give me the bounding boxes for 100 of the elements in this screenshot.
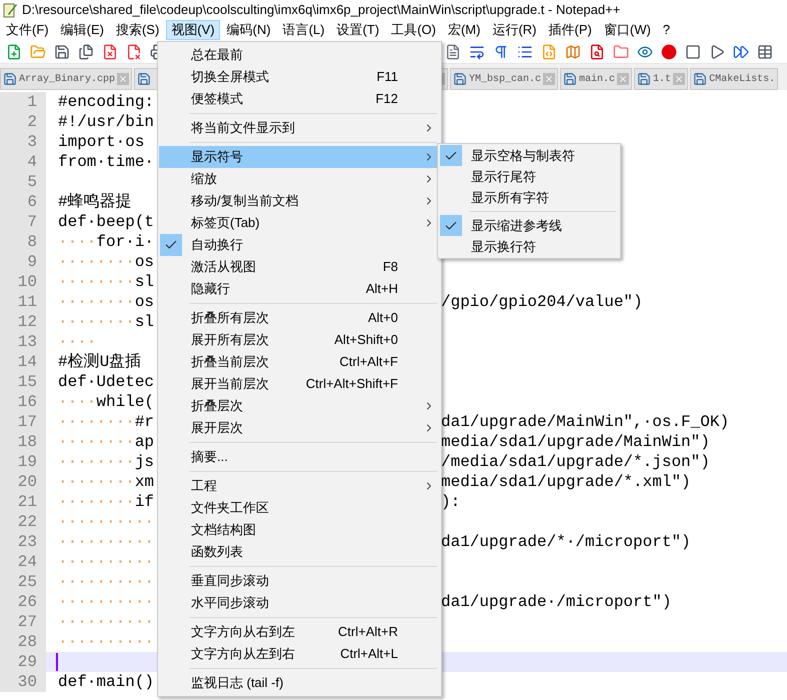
menu-bar-item[interactable]: 搜索(S) xyxy=(110,20,164,40)
line-number: 14 xyxy=(0,352,46,372)
menu-bar-item[interactable]: ? xyxy=(658,20,676,40)
menu-item[interactable]: 移动/复制当前文档 xyxy=(159,190,440,212)
menu-item[interactable]: 便签模式 F12 xyxy=(159,88,440,110)
line-number: 12 xyxy=(0,312,46,332)
save-icon xyxy=(137,72,152,86)
indent-dots: ·········· xyxy=(58,632,154,653)
menu-item[interactable]: 垂直同步滚动 xyxy=(159,570,440,592)
code-text: ap xyxy=(134,432,154,453)
line-number: 27 xyxy=(0,612,46,632)
indent-dots: ········ xyxy=(58,312,135,333)
menu-item[interactable]: 显示空格与制表符 xyxy=(439,145,619,166)
menu-item[interactable]: 显示缩进参考线 xyxy=(439,215,619,236)
menu-item[interactable]: 展开当前层次 Ctrl+Alt+Shift+F xyxy=(159,373,440,395)
line-number: 9 xyxy=(0,252,46,272)
code-text: os xyxy=(134,252,154,273)
menu-item[interactable]: 文件夹工作区 xyxy=(159,497,440,519)
indent-dots: ·········· xyxy=(58,612,154,633)
code-text: if xyxy=(134,492,154,513)
file-tab[interactable]: Array_Binary.cpp xyxy=(0,68,132,90)
line-number: 5 xyxy=(0,172,46,192)
menu-item[interactable]: 文字方向从左到右 Ctrl+Alt+L xyxy=(159,643,440,665)
indent-dots: ········ xyxy=(58,472,135,493)
menu-bar-item[interactable]: 窗口(W) xyxy=(598,20,656,40)
menu-item[interactable]: 激活从视图 F8 xyxy=(159,256,440,278)
menu-item[interactable]: 展开所有层次 Alt+Shift+0 xyxy=(159,329,440,351)
code-text: da1/upgrade/*·/microport") xyxy=(441,532,691,553)
menu-bar-item[interactable]: 工具(O) xyxy=(386,20,441,40)
code-text: media/sda1/upgrade/MainWin") xyxy=(441,432,710,453)
save-icon xyxy=(693,72,708,86)
menu-bar-item[interactable]: 语言(L) xyxy=(278,20,330,40)
line-number: 21 xyxy=(0,492,46,512)
menu-item[interactable]: 展开层次 xyxy=(159,417,440,439)
indent-dots: ········ xyxy=(58,432,135,453)
file-tab[interactable]: CMakeLists. xyxy=(690,68,778,90)
line-number: 30 xyxy=(0,672,46,692)
window-title: D:\resource\shared_file\codeup\coolsculting\imx6q\imx6p_project\MainWin\script\upgrade.t - Notepad++ xyxy=(22,1,620,20)
menu-item[interactable]: 显示所有字符 xyxy=(439,187,619,208)
menu-bar-item[interactable]: 运行(R) xyxy=(487,20,542,40)
indent-dots: ···· xyxy=(58,232,96,253)
menu-item[interactable]: 工程 xyxy=(159,475,440,497)
code-text: /gpio/gpio204/value") xyxy=(441,292,643,313)
menu-item[interactable]: 切换全屏模式 F11 xyxy=(159,66,440,88)
file-tab[interactable]: main.c xyxy=(560,68,632,90)
line-number: 7 xyxy=(0,212,46,232)
menu-bar-item[interactable]: 插件(P) xyxy=(544,20,597,40)
line-number: 17 xyxy=(0,412,46,432)
line-number: 19 xyxy=(0,452,46,472)
code-text: sl xyxy=(134,312,154,333)
line-number: 18 xyxy=(0,432,46,452)
menu-bar-item[interactable]: 视图(V) xyxy=(166,20,220,40)
menu-item[interactable]: 将当前文件显示到 xyxy=(159,117,440,139)
code-text: js xyxy=(134,452,154,473)
code-text: from·time· xyxy=(58,152,154,173)
code-text: /media/sda1/upgrade/*.json") xyxy=(441,452,710,473)
menu-item[interactable]: 折叠层次 xyxy=(159,395,440,417)
menu-item[interactable]: 文档结构图 xyxy=(159,519,440,541)
menu-bar-item[interactable]: 宏(M) xyxy=(442,20,486,40)
menu-item[interactable]: 显示符号 xyxy=(159,146,440,168)
code-text: #!/usr/bin xyxy=(58,112,154,133)
code-text: def·Udetec xyxy=(58,372,154,393)
code-text: xm xyxy=(134,472,154,493)
indent-dots: ········ xyxy=(58,492,135,513)
menu-bar-item[interactable]: 编辑(E) xyxy=(56,20,109,40)
line-number: 24 xyxy=(0,552,46,572)
line-number: 25 xyxy=(0,572,46,592)
menu-item[interactable]: 文字方向从右到左 Ctrl+Alt+R xyxy=(159,621,440,643)
menu-item[interactable]: 标签页(Tab) xyxy=(159,212,440,234)
menu-bar-item[interactable]: 文件(F) xyxy=(1,20,54,40)
menu-item[interactable]: 缩放 xyxy=(159,168,440,190)
line-number: 15 xyxy=(0,372,46,392)
code-text: da1/upgrade·/microport") xyxy=(441,592,672,613)
menu-item[interactable]: 监视日志 (tail -f) xyxy=(159,672,440,694)
save-icon xyxy=(637,72,652,86)
menu-item[interactable]: 函数列表 xyxy=(159,541,440,563)
menu-item[interactable]: 折叠当前层次 Ctrl+Alt+F xyxy=(159,351,440,373)
line-number: 26 xyxy=(0,592,46,612)
menu-item[interactable]: 摘要... xyxy=(159,446,440,468)
menu-bar-item[interactable]: 编码(N) xyxy=(222,20,276,40)
file-tab[interactable]: 1.t xyxy=(634,68,688,90)
code-text: #蜂鸣器提 xyxy=(58,192,132,213)
line-number: 11 xyxy=(0,292,46,312)
menu-item[interactable]: 自动换行 xyxy=(159,234,440,256)
line-number: 29 xyxy=(0,652,46,672)
notepad-icon xyxy=(2,2,18,18)
menu-bar-item[interactable]: 设置(T) xyxy=(332,20,384,40)
file-tab[interactable]: YM_bsp_can.c xyxy=(450,68,558,90)
code-text: media/sda1/upgrade/*.xml") xyxy=(441,472,691,493)
code-text: for·i· xyxy=(96,232,154,253)
line-number: 6 xyxy=(0,192,46,212)
menu-item[interactable]: 总在最前 xyxy=(159,44,440,66)
code-text: def·main() xyxy=(58,672,154,693)
menu-item[interactable]: 水平同步滚动 xyxy=(159,592,440,614)
menu-item[interactable]: 隐藏行 Alt+H xyxy=(159,278,440,300)
indent-dots: ·········· xyxy=(58,572,154,593)
line-number: 13 xyxy=(0,332,46,352)
menu-item[interactable]: 显示行尾符 xyxy=(439,166,619,187)
menu-item[interactable]: 折叠所有层次 Alt+0 xyxy=(159,307,440,329)
menu-item[interactable]: 显示换行符 xyxy=(439,236,619,257)
